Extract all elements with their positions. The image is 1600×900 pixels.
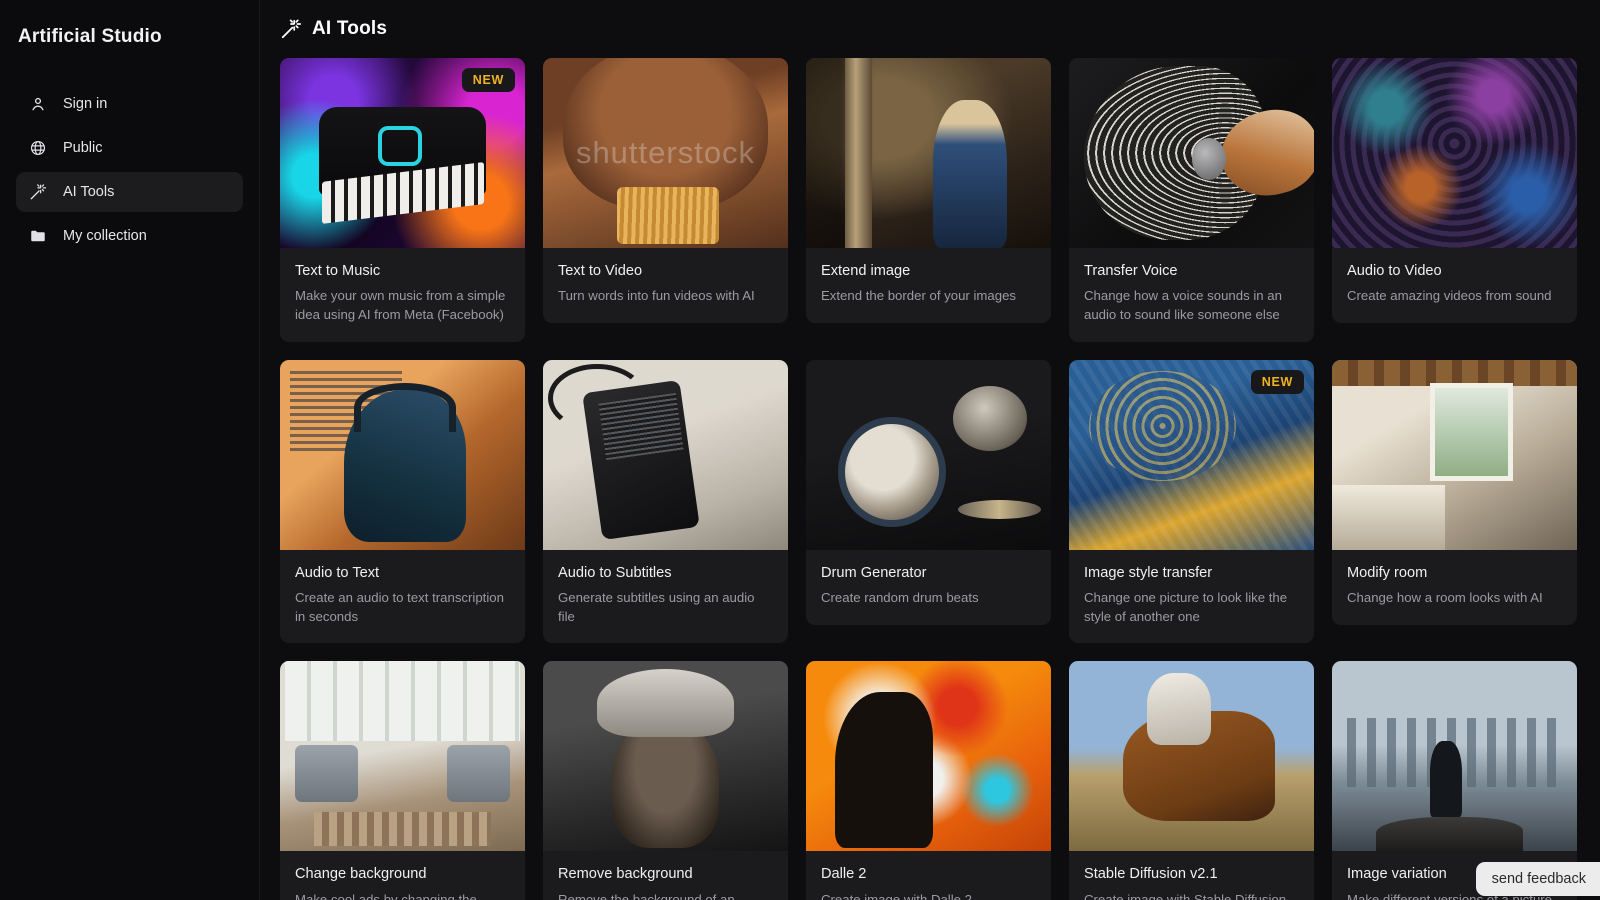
tool-description: Create an audio to text transcription in… [295, 589, 504, 624]
sidebar: Artificial Studio Sign in Public AI Tools M… [0, 0, 260, 900]
tool-title: Change background [295, 866, 427, 883]
tool-description: Change one picture to look like the styl… [1084, 589, 1288, 624]
tool-description: Change how a voice sounds in an audio to… [1084, 288, 1282, 322]
tool-card-body: Stable Diffusion v2.1 Create image with S… [1069, 851, 1314, 900]
tool-description: Extend the border of your images [821, 288, 1016, 304]
magic-wand-icon [28, 183, 47, 202]
page-title: AI Tools [312, 18, 388, 39]
tool-thumbnail[interactable] [806, 661, 1051, 852]
tool-card-body: Audio to Text Create an audio to text tra… [280, 550, 525, 644]
tool-card[interactable]: Audio to Text Create an audio to text tra… [280, 359, 525, 644]
tool-card[interactable]: NEW Text to Music Make your own music from… [280, 58, 525, 342]
tool-card[interactable]: Remove background Remove the background o… [543, 661, 788, 900]
sidebar-item-sign-in[interactable]: Sign in [16, 84, 243, 124]
tool-card-body: Drum Generator Create random drum beats [806, 550, 1051, 625]
tool-title: Transfer Voice [1084, 263, 1178, 279]
tool-card-body: Audio to Subtitles Generate subtitles usi… [543, 550, 788, 644]
folder-icon [28, 227, 47, 246]
tool-title: Extend image [821, 263, 911, 279]
tool-thumbnail[interactable]: NEW [280, 58, 525, 248]
tool-thumbnail[interactable] [543, 359, 788, 550]
tool-thumbnail[interactable] [1069, 58, 1314, 248]
tool-description: Make cool ads by changing the background [295, 891, 477, 900]
sidebar-item-label: Public [63, 140, 103, 156]
sidebar-item-my-collection[interactable]: My collection [16, 216, 243, 256]
tool-thumbnail[interactable] [806, 58, 1051, 248]
sidebar-item-public[interactable]: Public [16, 128, 243, 168]
tool-card[interactable]: Stable Diffusion v2.1 Create image with S… [1069, 661, 1314, 900]
tool-card-body: Transfer Voice Change how a voice sounds … [1069, 248, 1314, 342]
tool-thumbnail[interactable]: shutterstock [543, 58, 788, 248]
tool-card-body: Extend image Extend the border of your im… [806, 248, 1051, 323]
tool-description: Create amazing videos from sound [1347, 288, 1552, 304]
sidebar-item-label: AI Tools [63, 184, 115, 200]
tool-card[interactable]: Audio to Video Create amazing videos from… [1332, 58, 1577, 323]
tool-thumbnail[interactable] [280, 359, 525, 550]
tool-description: Remove the background of an image [558, 891, 735, 900]
tool-description: Create image with Stable Diffusion [1084, 891, 1287, 900]
app-root: Artificial Studio Sign in Public AI Tools M… [0, 0, 1600, 900]
new-badge: NEW [1250, 369, 1304, 394]
tool-card-body: Remove background Remove the background o… [543, 851, 788, 900]
tool-title: Image style transfer [1084, 564, 1213, 581]
send-feedback-button[interactable]: send feedback [1475, 862, 1600, 896]
sidebar-nav: Sign in Public AI Tools My collection [16, 84, 243, 256]
tool-card-body: Change background Make cool ads by changi… [280, 851, 525, 900]
tool-title: Audio to Video [1347, 263, 1442, 279]
magic-wand-icon [280, 18, 302, 40]
tool-card[interactable]: Dalle 2 Create image with Dalle 2 [806, 661, 1051, 900]
tool-description: Change how a room looks with AI [1347, 589, 1543, 605]
tool-card[interactable]: Modify room Change how a room looks with … [1332, 359, 1577, 625]
tool-title: Stable Diffusion v2.1 [1084, 866, 1218, 883]
tool-thumbnail[interactable] [1332, 58, 1577, 248]
tool-description: Create image with Dalle 2 [821, 891, 972, 900]
tool-title: Modify room [1347, 564, 1428, 581]
user-icon [28, 95, 47, 114]
sidebar-item-ai-tools[interactable]: AI Tools [16, 172, 243, 212]
tool-thumbnail[interactable] [280, 661, 525, 852]
tool-title: Drum Generator [821, 564, 927, 581]
tools-grid: NEW Text to Music Make your own music from… [270, 58, 1600, 900]
tool-description: Create random drum beats [821, 589, 979, 605]
tool-card-body: Modify room Change how a room looks with … [1332, 550, 1577, 625]
tool-title: Audio to Subtitles [558, 564, 672, 581]
tool-title: Remove background [558, 866, 693, 883]
sidebar-item-label: My collection [63, 228, 147, 244]
app-brand-title: Artificial Studio [18, 26, 162, 47]
tool-thumbnail[interactable] [1069, 661, 1314, 852]
tool-card[interactable]: Change background Make cool ads by changi… [280, 661, 525, 900]
tool-thumbnail[interactable] [543, 661, 788, 852]
main-content: AI Tools NEW Text to Music Make your own m… [260, 0, 1600, 900]
page-header: AI Tools [270, 0, 1600, 58]
tool-title: Dalle 2 [821, 866, 867, 883]
tool-card[interactable]: Extend image Extend the border of your im… [806, 58, 1051, 323]
tool-card[interactable]: Audio to Subtitles Generate subtitles usi… [543, 359, 788, 644]
tool-description: Generate subtitles using an audio file [558, 589, 755, 624]
tool-thumbnail[interactable]: NEW [1069, 359, 1314, 550]
tool-description: Make your own music from a simple idea u… [295, 288, 506, 322]
tool-card-body: Image style transfer Change one picture t… [1069, 550, 1314, 644]
tool-card-body: Dalle 2 Create image with Dalle 2 [806, 851, 1051, 900]
tool-thumbnail[interactable] [1332, 359, 1577, 550]
tool-title: Audio to Text [295, 564, 380, 581]
sidebar-item-label: Sign in [63, 96, 108, 112]
tool-description: Turn words into fun videos with AI [558, 288, 755, 304]
tool-card[interactable]: Transfer Voice Change how a voice sounds … [1069, 58, 1314, 342]
tool-card[interactable]: shutterstock Text to Video Turn words into… [543, 58, 788, 323]
tool-card-body: Text to Video Turn words into fun videos … [543, 248, 788, 323]
new-badge: NEW [461, 68, 515, 92]
tool-title: Text to Music [295, 263, 381, 279]
tool-card[interactable]: NEW Image style transfer Change one pictur… [1069, 359, 1314, 644]
tool-title: Text to Video [558, 263, 643, 279]
tool-card-body: Audio to Video Create amazing videos from… [1332, 248, 1577, 323]
tool-thumbnail[interactable] [806, 359, 1051, 550]
tool-card-body: Text to Music Make your own music from a … [280, 248, 525, 342]
globe-icon [28, 139, 47, 158]
tool-card[interactable]: Drum Generator Create random drum beats [806, 359, 1051, 625]
tool-thumbnail[interactable] [1332, 661, 1577, 852]
